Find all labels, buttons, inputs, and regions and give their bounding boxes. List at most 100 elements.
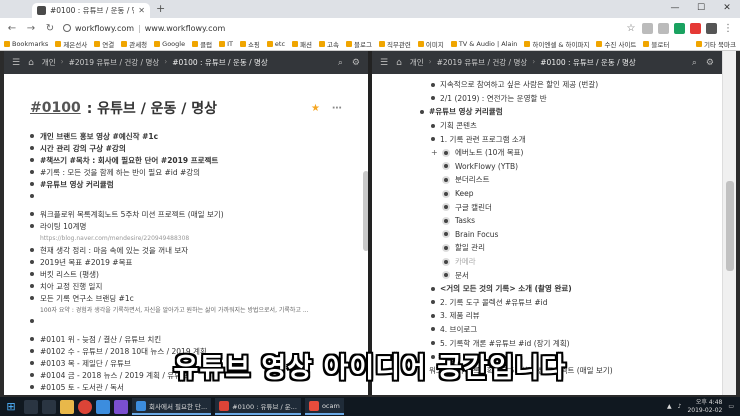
bullet-icon[interactable] bbox=[442, 162, 450, 171]
bookmark-item[interactable]: 연결 bbox=[94, 39, 114, 49]
bookmark-item[interactable]: 패션 bbox=[292, 39, 312, 49]
bullet-icon[interactable] bbox=[30, 194, 34, 198]
bullet-icon[interactable] bbox=[30, 284, 34, 288]
list-item-text[interactable]: 치아 교정 진행 일지 bbox=[40, 281, 102, 292]
scrollbar[interactable] bbox=[722, 51, 736, 395]
bookmark-item[interactable]: 하이엔셀 & 하이파지 bbox=[524, 39, 589, 49]
taskbar-task[interactable]: #0100 : 유튜브 / 운... bbox=[215, 398, 301, 415]
list-item-text[interactable]: 버킷 리스트 (평생) bbox=[40, 269, 99, 280]
bullet-icon[interactable] bbox=[431, 300, 435, 305]
bookmark-item[interactable]: 고속 bbox=[319, 39, 339, 49]
list-item[interactable]: 2. 기록 도구 콜렉션 #유튜브 #id bbox=[420, 296, 712, 310]
expand-icon[interactable]: + bbox=[431, 148, 438, 157]
scrollbar-thumb[interactable] bbox=[726, 181, 734, 271]
list-item-text[interactable]: #책쓰기 #목차 : 회사에 필요한 단어 #2019 프로젝트 bbox=[40, 155, 218, 166]
list-item[interactable]: #유튜브 영상 커리큘럼 bbox=[420, 105, 712, 119]
bullet-icon[interactable] bbox=[442, 148, 450, 157]
breadcrumb-item[interactable]: 개인 bbox=[42, 57, 56, 68]
list-item[interactable]: 버킷 리스트 (평생) bbox=[30, 268, 342, 280]
home-icon[interactable]: ⌂ bbox=[396, 58, 402, 68]
bullet-icon[interactable] bbox=[30, 158, 34, 162]
bullet-icon[interactable] bbox=[30, 260, 34, 264]
list-item-text[interactable]: Keep bbox=[455, 189, 474, 198]
list-item[interactable]: + 에버노트 (10개 목표) bbox=[420, 146, 712, 160]
list-item-text[interactable]: 카메라 bbox=[455, 256, 476, 267]
clock[interactable]: 오후 4:48 2019-02-02 bbox=[687, 399, 722, 415]
bullet-icon[interactable] bbox=[431, 313, 435, 318]
list-item[interactable]: 분더리스트 bbox=[420, 173, 712, 187]
taskbar-task[interactable]: 회사에서 필요한 단... bbox=[132, 398, 212, 415]
bullet-icon[interactable] bbox=[431, 123, 435, 128]
bullet-icon[interactable] bbox=[30, 319, 34, 323]
sidebar-toggle-icon[interactable]: ☰ bbox=[12, 58, 20, 68]
list-item[interactable]: 1. 기록 관련 프로그램 소개 bbox=[420, 132, 712, 146]
sidebar-toggle-icon[interactable]: ☰ bbox=[380, 58, 388, 68]
bullet-icon[interactable] bbox=[30, 170, 34, 174]
list-item[interactable]: 3. 제품 리뷰 bbox=[420, 309, 712, 323]
bullet-icon[interactable] bbox=[431, 341, 435, 346]
bookmark-item[interactable]: 관세청 bbox=[121, 39, 147, 49]
bookmark-item[interactable]: 클럽 bbox=[192, 39, 212, 49]
bookmark-item[interactable]: 쇼핑 bbox=[239, 39, 260, 49]
list-item[interactable]: 기획 콘텐츠 bbox=[420, 119, 712, 133]
list-item-text[interactable]: 100자 요약 : 경험과 생각을 기록하면서, 자신을 알아가고 원하는 삶이… bbox=[40, 305, 309, 314]
bookmark-item[interactable]: Bookmarks bbox=[4, 40, 48, 48]
list-item-text[interactable]: 워크플로위 목록계획노트 5주차 미션 프로젝트 (매일 보기) bbox=[40, 209, 224, 220]
bookmark-item[interactable]: etc bbox=[266, 40, 285, 48]
windows-start-icon[interactable]: ⊞ bbox=[2, 397, 20, 416]
list-item[interactable]: https://blog.naver.com/mendesire/2209494… bbox=[30, 232, 342, 244]
bullet-icon[interactable] bbox=[30, 134, 34, 138]
list-item[interactable]: <거의 모든 것의 기록> 소개 (촬영 완료) bbox=[420, 282, 712, 296]
network-icon[interactable]: ▲ bbox=[667, 403, 672, 410]
list-item-text[interactable]: 2. 기록 도구 콜렉션 #유튜브 #id bbox=[440, 297, 548, 308]
app-icon[interactable] bbox=[114, 399, 128, 414]
app-icon[interactable] bbox=[96, 399, 110, 414]
list-item-text[interactable]: 모든 기록 연구소 브랜딩 #1c bbox=[40, 293, 134, 304]
list-item[interactable]: 모든 기록 연구소 브랜딩 #1c bbox=[30, 292, 342, 304]
list-item-text[interactable]: #기록 : 모든 것을 함께 하는 반이 필요 #id #강의 bbox=[40, 167, 200, 178]
list-item[interactable]: 4. 브이로그 bbox=[420, 323, 712, 337]
list-item[interactable]: 현재 생각 정리 : 마음 속에 있는 것을 꺼내 보자 bbox=[30, 244, 342, 256]
search-icon[interactable] bbox=[24, 399, 38, 414]
extension-icon[interactable] bbox=[690, 22, 701, 34]
notification-icon[interactable]: ▭ bbox=[728, 403, 734, 410]
close-tab-icon[interactable]: ✕ bbox=[138, 6, 145, 15]
list-item[interactable]: 치아 교정 진행 일지 bbox=[30, 280, 342, 292]
list-item-text[interactable]: 문서 bbox=[455, 270, 469, 281]
list-item[interactable]: 카메라 bbox=[420, 255, 712, 269]
list-item[interactable]: 워크플로위 목록계획노트 5주차 미션 프로젝트 (매일 보기) bbox=[30, 208, 342, 220]
list-item-text[interactable]: 2/1 (2019) : 연전가는 운영할 반 bbox=[440, 93, 547, 104]
bookmark-star-icon[interactable]: ☆ bbox=[625, 23, 637, 34]
list-item[interactable]: Keep bbox=[420, 187, 712, 201]
list-item-text[interactable]: https://blog.naver.com/mendesire/2209494… bbox=[40, 235, 189, 242]
more-options-icon[interactable]: ⋯ bbox=[332, 103, 342, 114]
list-item-text[interactable]: <거의 모든 것의 기록> 소개 (촬영 완료) bbox=[440, 283, 572, 294]
bullet-icon[interactable] bbox=[442, 175, 450, 184]
settings-gear-icon[interactable]: ⚙ bbox=[352, 58, 360, 68]
bookmark-item[interactable]: TV & Audio | Alain bbox=[450, 40, 517, 48]
bookmark-item[interactable]: 수진 사이트 bbox=[596, 39, 636, 49]
search-icon[interactable]: ⌕ bbox=[338, 58, 343, 68]
list-item[interactable]: 문서 bbox=[420, 268, 712, 282]
maximize-icon[interactable]: ☐ bbox=[688, 0, 714, 15]
back-icon[interactable]: ← bbox=[6, 23, 18, 34]
explorer-icon[interactable] bbox=[60, 399, 74, 414]
star-icon[interactable]: ★ bbox=[311, 103, 320, 114]
bullet-icon[interactable] bbox=[431, 286, 435, 291]
list-item[interactable]: 라이팅 10계명 bbox=[30, 220, 342, 232]
profile-avatar-icon[interactable] bbox=[706, 22, 717, 34]
menu-icon[interactable]: ⋮ bbox=[722, 23, 734, 34]
list-item-text[interactable]: #0101 위 - 늦점 / 결산 / 유튜브 치킨 bbox=[40, 334, 161, 345]
bullet-icon[interactable] bbox=[30, 296, 34, 300]
bullet-icon[interactable] bbox=[431, 327, 435, 332]
bookmark-item[interactable]: 블로터 bbox=[643, 39, 669, 49]
list-item-text[interactable]: 1. 기록 관련 프로그램 소개 bbox=[440, 134, 526, 145]
bullet-icon[interactable] bbox=[431, 137, 435, 142]
title-tag[interactable]: #0100 bbox=[30, 100, 81, 116]
list-item[interactable]: #유튜브 영상 커리큘럼 bbox=[30, 178, 342, 190]
taskbar-task[interactable]: ocam bbox=[304, 398, 344, 415]
bookmark-item[interactable]: IT bbox=[219, 40, 233, 48]
new-tab-button[interactable]: + bbox=[156, 2, 165, 15]
minimize-icon[interactable]: — bbox=[662, 0, 688, 15]
bullet-icon[interactable] bbox=[431, 82, 435, 87]
